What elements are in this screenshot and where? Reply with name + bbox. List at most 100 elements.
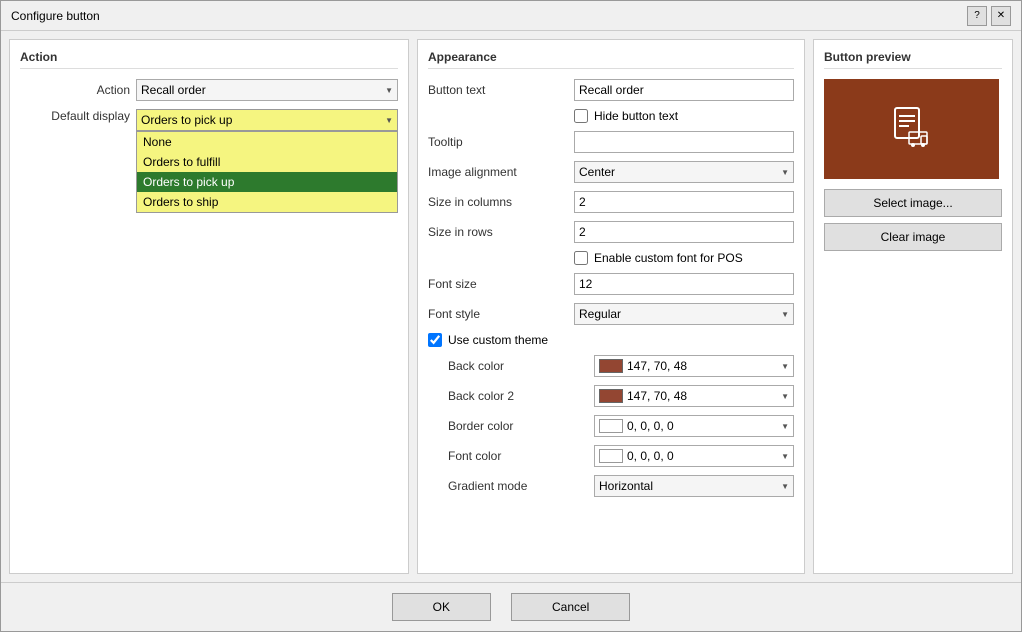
title-bar: Configure button ? ✕ [1,1,1021,31]
back-color2-select[interactable]: 147, 70, 48 ▼ [594,385,794,407]
font-style-value: Regular [579,307,621,321]
back-color-swatch [599,359,623,373]
default-display-select[interactable]: Orders to pick up ▼ [136,109,398,131]
border-color-label: Border color [448,419,588,433]
default-display-dropdown-container: Orders to pick up ▼ None Orders to fulfi… [136,109,398,131]
dialog-footer: OK Cancel [1,582,1021,631]
custom-theme-row: Use custom theme [428,333,794,347]
ok-button[interactable]: OK [392,593,491,621]
hide-button-text-checkbox[interactable] [574,109,588,123]
action-label: Action [20,83,130,97]
action-select-value: Recall order [141,83,206,97]
hide-button-text-row: Hide button text [428,109,794,123]
gradient-mode-arrow: ▼ [781,482,789,491]
action-row: Action Recall order ▼ [20,79,398,101]
configure-button-dialog: Configure button ? ✕ Action Action Recal… [0,0,1022,632]
back-color-select[interactable]: 147, 70, 48 ▼ [594,355,794,377]
size-rows-row: Size in rows 2 [428,221,794,243]
font-color-value: 0, 0, 0, 0 [627,449,674,463]
button-preview-box [824,79,999,179]
gradient-mode-label: Gradient mode [448,479,588,493]
tooltip-control [574,131,794,153]
default-display-arrow: ▼ [385,116,393,125]
back-color2-arrow: ▼ [781,392,789,401]
tooltip-label: Tooltip [428,135,568,149]
size-columns-label: Size in columns [428,195,568,209]
title-bar-left: Configure button [11,9,100,23]
preview-panel-header: Button preview [824,50,1002,69]
button-text-input[interactable]: Recall order [579,83,789,97]
font-style-label: Font style [428,307,568,321]
size-rows-input[interactable]: 2 [579,225,789,239]
image-alignment-select[interactable]: Center ▼ [574,161,794,183]
custom-font-checkbox[interactable] [574,251,588,265]
font-color-arrow: ▼ [781,452,789,461]
image-alignment-arrow: ▼ [781,168,789,177]
font-color-swatch [599,449,623,463]
back-color2-row: Back color 2 147, 70, 48 ▼ [428,385,794,407]
select-image-button[interactable]: Select image... [824,189,1002,217]
font-style-row: Font style Regular ▼ [428,303,794,325]
border-color-arrow: ▼ [781,422,789,431]
action-panel-header: Action [20,50,398,69]
image-alignment-label: Image alignment [428,165,568,179]
back-color-arrow: ▼ [781,362,789,371]
size-columns-control: 2 [574,191,794,213]
help-button[interactable]: ? [967,6,987,26]
font-style-arrow: ▼ [781,310,789,319]
back-color-label: Back color [448,359,588,373]
preview-icon [887,104,937,154]
action-panel: Action Action Recall order ▼ Default dis… [9,39,409,574]
back-color-value: 147, 70, 48 [627,359,687,373]
border-color-swatch [599,419,623,433]
appearance-panel: Appearance Button text Recall order Hide… [417,39,805,574]
dialog-body: Action Action Recall order ▼ Default dis… [1,31,1021,582]
custom-font-label: Enable custom font for POS [594,251,743,265]
font-color-select[interactable]: 0, 0, 0, 0 ▼ [594,445,794,467]
gradient-mode-select[interactable]: Horizontal ▼ [594,475,794,497]
font-color-row: Font color 0, 0, 0, 0 ▼ [428,445,794,467]
close-button[interactable]: ✕ [991,6,1011,26]
border-color-select[interactable]: 0, 0, 0, 0 ▼ [594,415,794,437]
back-color2-label: Back color 2 [448,389,588,403]
cancel-button[interactable]: Cancel [511,593,630,621]
border-color-value: 0, 0, 0, 0 [627,419,674,433]
tooltip-input[interactable] [579,135,789,149]
appearance-panel-header: Appearance [428,50,794,69]
tooltip-row: Tooltip [428,131,794,153]
button-text-control: Recall order [574,79,794,101]
preview-panel: Button preview Select image... Clear ima… [813,39,1013,574]
font-style-select[interactable]: Regular ▼ [574,303,794,325]
dropdown-item-none[interactable]: None [137,132,397,152]
size-columns-input[interactable]: 2 [579,195,789,209]
font-size-label: Font size [428,277,568,291]
font-color-label: Font color [448,449,588,463]
font-size-input[interactable]: 12 [579,277,789,291]
custom-theme-checkbox[interactable] [428,333,442,347]
font-size-control: 12 [574,273,794,295]
action-select[interactable]: Recall order ▼ [136,79,398,101]
title-bar-right: ? ✕ [967,6,1011,26]
hide-button-text-label: Hide button text [594,109,678,123]
dropdown-item-ship[interactable]: Orders to ship [137,192,397,212]
border-color-row: Border color 0, 0, 0, 0 ▼ [428,415,794,437]
back-color-row: Back color 147, 70, 48 ▼ [428,355,794,377]
action-dropdown-container: Recall order ▼ [136,79,398,101]
font-size-row: Font size 12 [428,273,794,295]
default-display-dropdown-list: None Orders to fulfill Orders to pick up… [136,131,398,213]
size-rows-control: 2 [574,221,794,243]
default-display-row: Default display Orders to pick up ▼ None… [20,109,398,131]
clear-image-button[interactable]: Clear image [824,223,1002,251]
custom-theme-label: Use custom theme [448,333,548,347]
size-columns-row: Size in columns 2 [428,191,794,213]
dropdown-item-pickup[interactable]: Orders to pick up [137,172,397,192]
action-select-arrow: ▼ [385,86,393,95]
default-display-value: Orders to pick up [141,113,232,127]
button-text-label: Button text [428,83,568,97]
default-display-label: Default display [20,109,130,123]
dropdown-item-fulfill[interactable]: Orders to fulfill [137,152,397,172]
back-color2-value: 147, 70, 48 [627,389,687,403]
button-text-row: Button text Recall order [428,79,794,101]
dialog-title: Configure button [11,9,100,23]
gradient-mode-row: Gradient mode Horizontal ▼ [428,475,794,497]
